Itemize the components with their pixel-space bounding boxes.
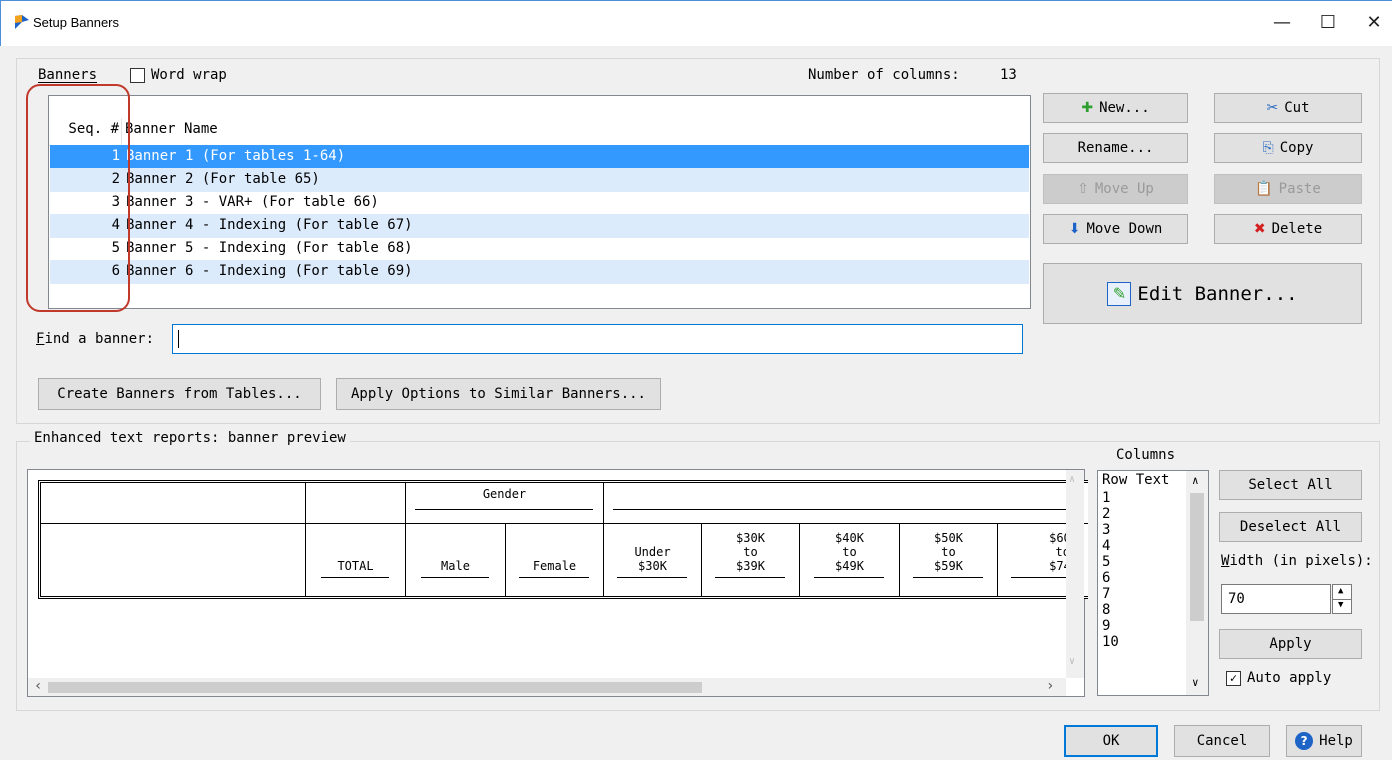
preview-table: Gender TOTAL Male Female Under $30K $30K t…: [38, 480, 1088, 599]
preview-horizontal-scrollbar[interactable]: ‹ ›: [28, 678, 1066, 696]
delete-x-icon: ✖: [1253, 221, 1266, 237]
cut-button[interactable]: ✂ Cut: [1214, 93, 1362, 123]
scroll-down-icon: ∨: [1192, 676, 1199, 689]
column-label: Under $30K: [634, 545, 671, 573]
banner-list-header: Seq. # Banner Name: [49, 96, 1030, 146]
apply-button[interactable]: Apply: [1219, 629, 1362, 659]
scroll-up-icon: ∧: [1192, 474, 1199, 487]
create-banners-button[interactable]: Create Banners from Tables...: [38, 378, 321, 410]
width-spinner[interactable]: ▲ ▼: [1332, 584, 1352, 614]
maximize-button[interactable]: ☐: [1305, 7, 1351, 39]
window-title: Setup Banners: [33, 15, 120, 30]
scroll-left-icon: ‹: [34, 678, 43, 694]
preview-label: Enhanced text reports: banner preview: [30, 430, 350, 446]
select-all-button[interactable]: Select All: [1219, 470, 1362, 500]
paste-button[interactable]: 📋 Paste: [1214, 174, 1362, 204]
width-label: Width (in pixels):: [1221, 553, 1373, 569]
column-label: TOTAL: [337, 559, 374, 573]
scroll-down-icon: ∨: [1069, 656, 1076, 667]
arrow-up-icon: ⇧: [1077, 181, 1089, 197]
new-button[interactable]: ✚ New...: [1043, 93, 1188, 123]
banner-row[interactable]: 2 Banner 2 (For table 65): [50, 168, 1029, 192]
help-icon: ?: [1295, 732, 1314, 750]
spin-up-icon: ▲: [1338, 586, 1344, 596]
header-banner-name[interactable]: Banner Name: [125, 121, 218, 137]
plus-icon: ✚: [1081, 100, 1094, 116]
scissors-icon: ✂: [1266, 100, 1279, 116]
paste-icon: 📋: [1255, 181, 1273, 197]
word-wrap-checkbox[interactable]: Word wrap: [130, 67, 227, 83]
cancel-button[interactable]: Cancel: [1174, 725, 1270, 757]
copy-icon: ⎘: [1262, 140, 1274, 156]
minimize-button[interactable]: —: [1259, 7, 1305, 39]
banners-label: Banners: [38, 67, 98, 83]
banner-preview[interactable]: Gender TOTAL Male Female Under $30K $30K t…: [27, 469, 1088, 697]
column-label: $50K to $59K: [934, 531, 963, 573]
checkmark-icon[interactable]: ✓: [1226, 670, 1241, 686]
column-label: Male: [441, 559, 470, 573]
scroll-thumb: [48, 682, 702, 693]
banner-row[interactable]: 3 Banner 3 - VAR+ (For table 66): [50, 191, 1029, 215]
copy-button[interactable]: ⎘ Copy: [1214, 133, 1362, 163]
app-icon: [13, 13, 31, 31]
columns-scrollbar[interactable]: ∧ ∨: [1186, 471, 1208, 695]
width-input[interactable]: 70: [1221, 584, 1331, 614]
move-up-button[interactable]: ⇧ Move Up: [1043, 174, 1188, 204]
edit-banner-button[interactable]: ✎ Edit Banner...: [1043, 263, 1362, 324]
preview-vertical-scrollbar[interactable]: ∧ ∨: [1066, 470, 1084, 678]
rename-button[interactable]: Rename...: [1043, 133, 1188, 163]
annotation-highlight: [26, 84, 130, 312]
number-of-columns-label: Number of columns:: [808, 67, 960, 83]
column-label: $30K to $39K: [736, 531, 765, 573]
scroll-right-icon: ›: [1046, 678, 1055, 694]
deselect-all-button[interactable]: Deselect All: [1219, 512, 1362, 542]
auto-apply-checkbox[interactable]: ✓ Auto apply: [1226, 670, 1331, 686]
find-banner-input[interactable]: [172, 324, 1023, 354]
title-bar: Setup Banners — ☐ ✕: [0, 0, 1392, 46]
delete-button[interactable]: ✖ Delete: [1214, 214, 1362, 244]
word-wrap-box[interactable]: [130, 67, 145, 83]
columns-label: Columns: [1116, 447, 1176, 463]
column-label: $40K to $49K: [835, 531, 864, 573]
text-cursor: [178, 330, 179, 348]
banner-row[interactable]: 4 Banner 4 - Indexing (For table 67): [50, 214, 1029, 238]
move-down-button[interactable]: ⬇ Move Down: [1043, 214, 1188, 244]
apply-options-button[interactable]: Apply Options to Similar Banners...: [336, 378, 661, 410]
banner-row[interactable]: 5 Banner 5 - Indexing (For table 68): [50, 237, 1029, 261]
number-of-columns-value: 13: [1000, 67, 1017, 83]
banner-row[interactable]: 1 Banner 1 (For tables 1-64): [50, 145, 1029, 169]
scroll-up-icon: ∧: [1069, 474, 1076, 485]
columns-list[interactable]: Row Text 1 2 3 4 5 6 7 8 9 10 ∧ ∨: [1097, 470, 1209, 696]
help-button[interactable]: ? Help: [1286, 725, 1362, 757]
column-label: Female: [532, 559, 577, 573]
pencil-icon: ✎: [1107, 281, 1132, 306]
spin-down-icon: ▼: [1338, 600, 1344, 610]
gender-header: Gender: [482, 487, 527, 501]
word-wrap-label: Word wrap: [151, 67, 227, 83]
close-button[interactable]: ✕: [1351, 7, 1392, 39]
ok-button[interactable]: OK: [1064, 725, 1158, 757]
banner-list[interactable]: Seq. # Banner Name 1 Banner 1 (For tables…: [48, 95, 1031, 309]
find-banner-label: Find a banner:: [36, 331, 155, 347]
banner-row[interactable]: 6 Banner 6 - Indexing (For table 69): [50, 260, 1029, 284]
arrow-down-icon: ⬇: [1068, 221, 1081, 237]
scroll-thumb: [1190, 493, 1204, 621]
